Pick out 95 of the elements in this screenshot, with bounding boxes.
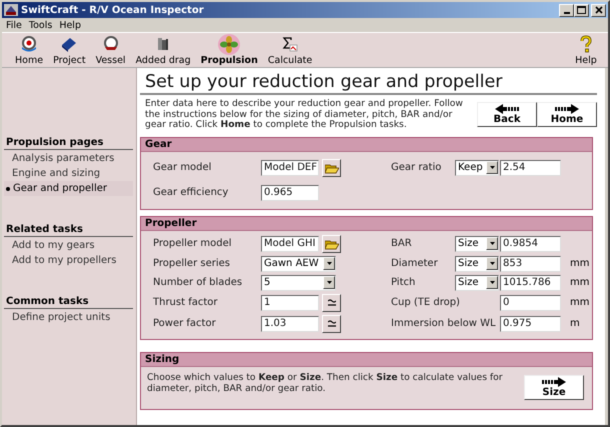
instructions-text: Choose which values to Keep or Size. Then click Size to calculate values for diameter, pitch, BAR and/or gear ratio. — [147, 372, 504, 394]
section-heading: Common tasks — [4, 296, 133, 309]
panel-header: Sizing — [141, 352, 592, 366]
caret-icon — [490, 242, 494, 245]
instructions-text: Enter data here to describe your reduction gear and propeller. Follow the instructions below for the sizing of diameter, pitch, BAR and/or gear ratio. Click Home to complete the Propulsion tasks. — [145, 99, 464, 130]
nav-button[interactable]: Back — [477, 102, 537, 127]
input-field[interactable]: Model DEF — [261, 160, 319, 176]
sidebar-link[interactable]: Gear and propeller — [4, 181, 133, 196]
folder-icon — [324, 238, 338, 250]
dropdown-button[interactable] — [486, 257, 498, 270]
folder-icon — [324, 162, 338, 174]
field-label: Thrust factor — [153, 297, 219, 308]
dropdown[interactable]: Size — [455, 256, 499, 272]
field-label: Number of blades — [153, 277, 244, 288]
input-field[interactable]: 1 — [261, 294, 319, 310]
left-arrow-icon — [495, 104, 519, 114]
field-label: BAR — [391, 238, 413, 249]
input-field[interactable]: 2.54 — [500, 160, 561, 176]
close-button[interactable] — [591, 4, 606, 16]
page-title: Set up your reduction gear and propeller — [140, 72, 597, 95]
field-label: Gear model — [153, 162, 212, 173]
approx-icon — [328, 320, 336, 327]
dropdown-button[interactable] — [486, 237, 498, 250]
input-field[interactable]: 0.975 — [500, 316, 561, 332]
toolbar-button[interactable]: Vessel — [90, 34, 131, 66]
dropdown[interactable]: Size — [455, 274, 499, 290]
unit-label: mm — [569, 258, 590, 269]
caret-icon — [326, 281, 332, 284]
dropdown-button[interactable] — [486, 276, 498, 289]
field-label: Diameter — [391, 258, 439, 269]
dropdown-button[interactable] — [323, 257, 335, 270]
section-heading: Propulsion pages — [4, 137, 133, 150]
toolbar-button[interactable]: Propulsion — [196, 34, 263, 66]
approx-icon — [328, 299, 336, 306]
dropdown[interactable]: Gawn AEW — [261, 256, 336, 272]
dropdown-button[interactable] — [486, 161, 498, 174]
toolbar-button[interactable]: Added drag — [130, 34, 196, 66]
field-label: Gear ratio — [391, 162, 442, 173]
menu-item[interactable]: Tools — [28, 20, 52, 30]
dropdown[interactable]: 5 — [261, 274, 336, 290]
field-label: Pitch — [391, 277, 416, 288]
right-arrow-icon — [555, 104, 579, 114]
bullet-icon — [6, 186, 10, 190]
panel-header: Gear — [141, 138, 592, 152]
field-label: Power factor — [153, 318, 217, 329]
close-icon — [594, 6, 602, 14]
toolbar-button[interactable]: Calculate — [262, 34, 318, 66]
sidebar-link[interactable]: Engine and sizing — [4, 166, 133, 181]
input-field[interactable]: 1.03 — [261, 316, 319, 332]
unit-label: mm — [569, 297, 590, 308]
field-label: Immersion below WL — [391, 318, 497, 329]
caret-icon — [326, 262, 332, 265]
sigma-icon — [280, 35, 300, 54]
field-label: Gear efficiency — [153, 187, 230, 198]
input-field[interactable]: Model GHI — [261, 236, 319, 252]
window-title: SwiftCraft - R/V Ocean Inspector — [21, 4, 205, 16]
menu-item[interactable]: File — [6, 20, 22, 30]
sidebar-link[interactable]: Add to my propellers — [4, 253, 133, 268]
input-field[interactable]: 0.9854 — [500, 236, 561, 252]
right-arrow-icon — [542, 376, 566, 386]
dropdown[interactable]: Keep — [455, 160, 499, 176]
caret-icon — [490, 281, 494, 284]
panel-header: Propeller — [141, 216, 592, 230]
input-field[interactable]: 1015.786 — [500, 274, 561, 290]
input-field[interactable]: 853 — [500, 256, 561, 272]
minimize-button[interactable] — [559, 4, 574, 16]
field-label: Propeller model — [153, 238, 233, 249]
size-button[interactable]: Size — [524, 374, 584, 400]
unit-label: m — [569, 318, 581, 329]
section-heading: Related tasks — [4, 224, 133, 237]
caret-icon — [490, 166, 494, 169]
open-file-button[interactable] — [322, 234, 341, 252]
open-file-button[interactable] — [322, 158, 341, 176]
field-label: Cup (TE drop) — [391, 297, 461, 308]
sidebar-link[interactable]: Define project units — [4, 310, 133, 325]
dropdown-button[interactable] — [323, 276, 335, 289]
app-icon — [4, 4, 18, 16]
toolbar-button[interactable]: Project — [48, 34, 91, 66]
approx-button[interactable] — [322, 314, 341, 332]
dropdown[interactable]: Size — [455, 236, 499, 252]
propeller-icon — [219, 35, 240, 54]
maximize-icon — [577, 6, 586, 14]
input-field[interactable]: 0.965 — [261, 184, 319, 200]
unit-label: mm — [569, 277, 590, 288]
caret-icon — [490, 262, 494, 265]
nav-button[interactable]: Home — [537, 102, 597, 127]
field-label: Propeller series — [153, 258, 231, 269]
maximize-button[interactable] — [574, 4, 589, 16]
input-field[interactable]: 0 — [500, 294, 561, 310]
menu-item[interactable]: Help — [59, 20, 81, 30]
help-button[interactable]: Help — [570, 34, 602, 66]
toolbar-button[interactable]: Home — [10, 34, 48, 66]
approx-button[interactable] — [322, 294, 341, 312]
sidebar-link[interactable]: Analysis parameters — [4, 151, 133, 166]
sidebar-link[interactable]: Add to my gears — [4, 238, 133, 253]
